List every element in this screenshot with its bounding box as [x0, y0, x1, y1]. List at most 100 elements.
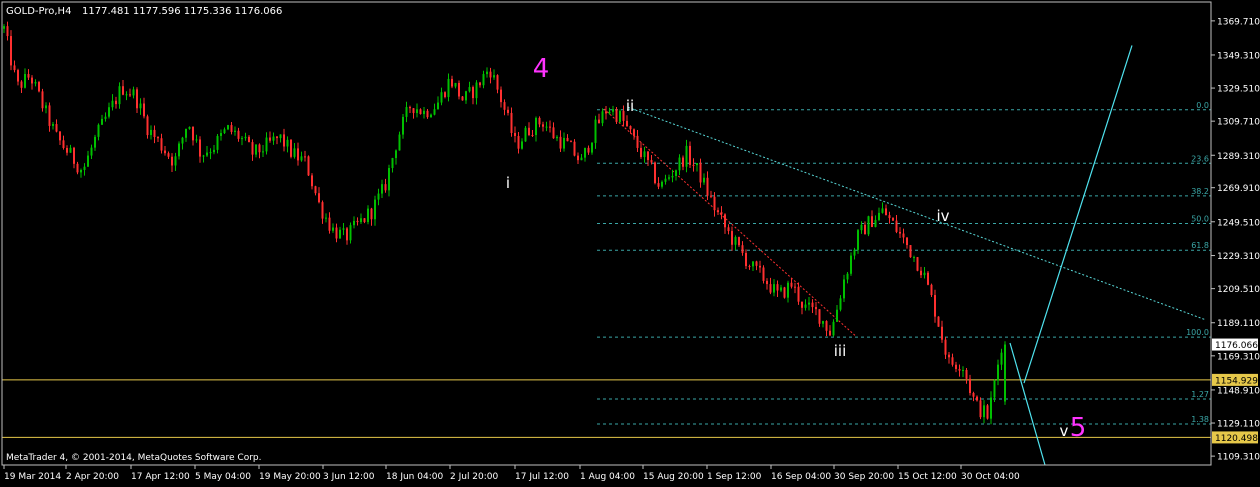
candle-body [619, 110, 621, 122]
candle-body [696, 163, 698, 166]
x-tick-label: 17 Jul 12:00 [515, 472, 569, 482]
candle-body [759, 265, 761, 268]
candle-body [965, 369, 968, 379]
candle-body [276, 136, 278, 139]
candle-body [272, 136, 275, 141]
y-tick-label: 1129.110 [1217, 420, 1260, 430]
candle-body [90, 147, 93, 156]
candle-body [206, 152, 208, 156]
candle-body [524, 127, 527, 142]
candle-body [545, 126, 548, 128]
fib-level-label: 1.38 [1191, 415, 1209, 424]
candle-body [262, 151, 264, 153]
candle-body [682, 157, 684, 167]
candle-body [465, 91, 467, 101]
candle-body [248, 136, 250, 143]
candle-body [825, 321, 828, 331]
candle-body [517, 135, 520, 149]
candle-body [521, 141, 523, 149]
candle-body [293, 148, 296, 157]
candle-body [738, 237, 740, 246]
candle-body [685, 145, 688, 167]
candle-body [111, 100, 114, 108]
candle-body [311, 175, 313, 187]
candle-body [115, 100, 117, 105]
candle-body [986, 405, 989, 419]
candle-body [209, 152, 212, 154]
x-tick-label: 30 Sep 20:00 [834, 472, 894, 482]
candle-body [745, 252, 747, 267]
candle-body [689, 145, 691, 165]
candle-body [363, 218, 366, 223]
candle-body [132, 89, 135, 96]
candle-body [325, 217, 327, 219]
candle-body [909, 245, 912, 258]
candle-body [892, 218, 894, 221]
candle-body [227, 125, 229, 130]
candle-body [265, 137, 268, 152]
candle-body [654, 162, 656, 184]
candle-body [853, 249, 856, 256]
price-chart[interactable]: 0.023.638.250.061.8100.01.271.38 4iiiiii… [0, 0, 1260, 483]
y-tick-label: 1148.910 [1217, 386, 1260, 396]
candle-body [199, 139, 201, 157]
candle-body [370, 208, 373, 220]
candle-body [279, 134, 282, 139]
candle-body [1000, 352, 1003, 365]
chart-window[interactable]: 0.0 23.6 38.2 50.0 61.8 100.0 1.27 1.38 4 ii i iii… [0, 0, 1260, 483]
y-tick-label: 1209.510 [1217, 285, 1260, 295]
candle-body [503, 102, 506, 110]
candle-body [244, 136, 247, 139]
candle-body [118, 86, 121, 105]
y-tick-label: 1269.910 [1217, 184, 1260, 194]
candle-body [451, 78, 453, 87]
candle-body [185, 128, 187, 138]
x-tick-label: 16 Sep 04:00 [771, 472, 831, 482]
candle-body [80, 169, 82, 173]
candle-body [55, 124, 58, 132]
candle-body [48, 105, 51, 126]
candle-body [153, 129, 156, 138]
candle-body [755, 261, 758, 266]
y-tick-label: 1169.310 [1217, 352, 1260, 362]
candle-body [923, 272, 926, 276]
candle-body [570, 141, 572, 143]
candle-body [136, 89, 138, 109]
candle-body [566, 137, 569, 142]
candle-body [52, 124, 54, 126]
candle-body [447, 78, 450, 98]
candle-body [286, 139, 289, 147]
candle-body [255, 144, 257, 155]
candle-body [314, 186, 317, 194]
candle-body [762, 267, 765, 281]
x-tick-label: 19 May 20:00 [259, 472, 321, 482]
candle-body [433, 109, 436, 115]
candle-body [66, 147, 68, 153]
candle-body [678, 157, 681, 171]
copyright-label: MetaTrader 4, © 2001-2014, MetaQuotes So… [6, 453, 262, 463]
candle-body [633, 129, 635, 136]
candle-body [801, 301, 803, 308]
candle-body [573, 141, 576, 156]
chart-background [0, 0, 1260, 483]
candle-body [398, 134, 401, 151]
fib-level-label: 61.8 [1191, 241, 1209, 250]
candle-body [342, 228, 345, 230]
candle-body [514, 132, 516, 136]
candle-body [962, 369, 964, 371]
candle-body [794, 286, 796, 288]
candle-body [895, 220, 898, 232]
x-tick-label: 30 Oct 04:00 [961, 472, 1020, 482]
candle-body [563, 137, 565, 149]
candle-body [934, 295, 936, 317]
candle-body [339, 229, 341, 239]
candle-body [776, 284, 779, 291]
candle-body [377, 193, 380, 200]
candle-body [958, 368, 961, 371]
candle-body [472, 87, 474, 99]
candle-body [76, 163, 79, 173]
candle-body [423, 110, 425, 115]
candle-body [419, 109, 422, 115]
candle-body [944, 339, 947, 355]
candle-body [605, 111, 607, 114]
